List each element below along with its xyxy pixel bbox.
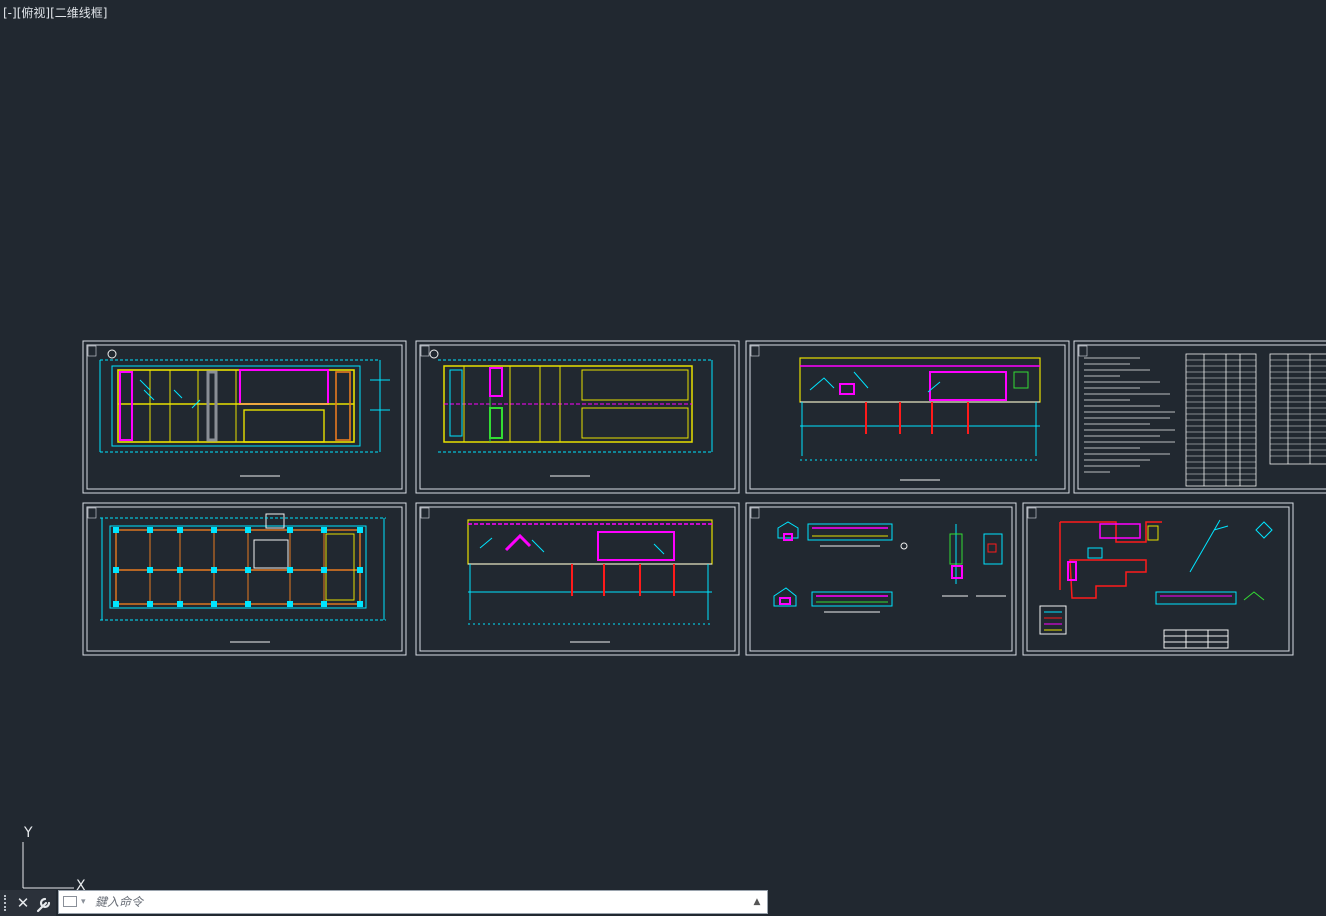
command-input[interactable] xyxy=(95,892,715,912)
ucs-icon: Y X xyxy=(22,825,86,892)
sheet-2-plan xyxy=(429,349,713,477)
sheet-8-diagram xyxy=(1039,519,1273,649)
command-line-bar[interactable]: ▾ ▲ xyxy=(58,890,768,914)
command-line-settings-button[interactable] xyxy=(32,890,56,916)
command-prompt-dropdown-icon[interactable]: ▾ xyxy=(81,896,86,908)
sheet-1-plan xyxy=(99,349,390,477)
command-prompt-icon[interactable] xyxy=(63,896,77,907)
wrench-icon xyxy=(36,897,51,913)
model-space-viewport[interactable]: [-][俯视][二维线框] Y X ✕ ▾ 鍵入命令 ▲ xyxy=(0,0,1326,916)
sheet-6-section xyxy=(467,519,713,643)
command-line-close-icon[interactable]: ✕ xyxy=(14,890,32,916)
ucs-y-label: Y xyxy=(23,825,33,841)
sheet-5-plan xyxy=(100,513,386,643)
drawing-canvas[interactable] xyxy=(0,0,1326,916)
sheet-7-details xyxy=(773,521,1006,613)
sheet-4-table-rows xyxy=(1186,359,1326,481)
sheet-3-section xyxy=(799,357,1041,481)
command-history-button[interactable]: ▲ xyxy=(751,895,763,909)
command-line-grip[interactable] xyxy=(0,890,14,916)
